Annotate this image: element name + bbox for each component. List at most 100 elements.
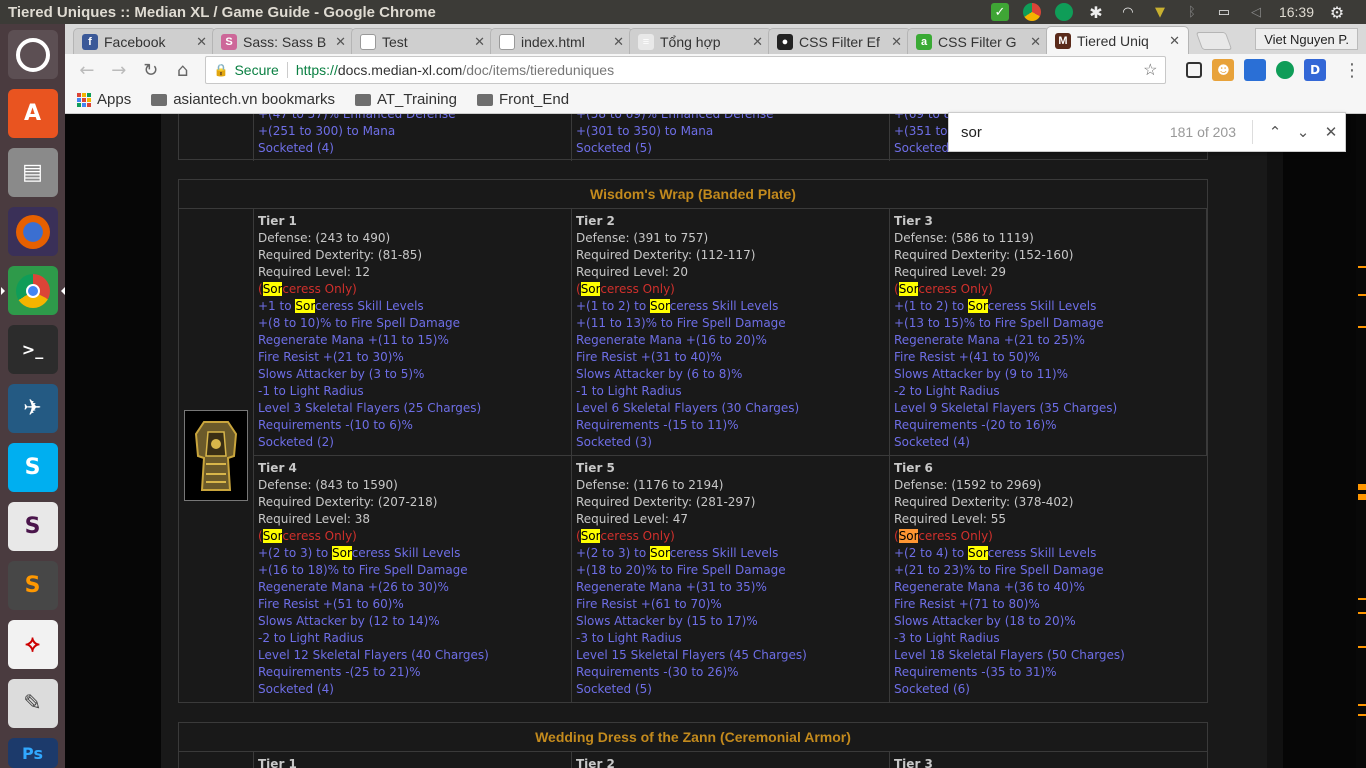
network-icon[interactable]: ▼	[1151, 3, 1169, 21]
tier-mod: Regenerate Mana +(11 to 15)%	[258, 333, 449, 347]
folder-icon	[151, 93, 168, 106]
tab-7[interactable]: M Tiered Uniq ✕	[1046, 26, 1189, 54]
tab-5[interactable]: ● CSS Filter Ef ✕	[768, 28, 911, 54]
tier-mod: Fire Resist +(21 to 30)%	[258, 350, 404, 364]
tab-close-icon[interactable]: ✕	[474, 34, 485, 50]
content-column: +(47 to 57)% Enhanced Defense +(251 to 30…	[161, 114, 1267, 768]
bookmark-1[interactable]: asiantech.vn bookmarks	[151, 91, 335, 108]
tier-cell-6: Tier 6 Defense: (1592 to 2969) Required …	[890, 456, 1207, 702]
tab-close-icon[interactable]: ✕	[891, 34, 902, 50]
browser-chrome: f Facebook ✕ S Sass: Sass B ✕ Test ✕ index.html ✕…	[65, 24, 1366, 114]
tab-2[interactable]: Test ✕	[351, 28, 494, 54]
gear-icon[interactable]: ✱	[1087, 3, 1105, 22]
folder-icon	[477, 93, 493, 106]
find-previous-button[interactable]: ⌃	[1261, 118, 1289, 146]
pdf-reader-icon[interactable]: ⟡	[7, 620, 58, 669]
bookmark-2[interactable]: AT_Training	[354, 91, 457, 108]
tab-close-icon[interactable]: ✕	[613, 34, 624, 50]
update-check-icon[interactable]: ✓	[990, 3, 1009, 21]
next-item-title: Wedding Dress of the Zann (Ceremonial Ar…	[179, 723, 1207, 752]
bookmark-0[interactable]: Apps	[77, 91, 131, 108]
power-gear-icon[interactable]: ⚙	[1328, 3, 1346, 22]
tier-defense: Defense: (391 to 757)	[576, 231, 709, 245]
tier-mod: Socketed (3)	[576, 435, 652, 449]
face-extension-icon[interactable]: ☻	[1212, 59, 1235, 81]
tier-mod: Slows Attacker by (12 to 14)%	[258, 614, 440, 628]
ubuntu-top-panel: Tiered Uniques :: Median XL / Game Guide…	[0, 0, 1366, 24]
find-input[interactable]: sor	[961, 124, 1170, 141]
d-extension-icon[interactable]: D	[1304, 59, 1327, 81]
find-close-button[interactable]: ✕	[1317, 118, 1345, 146]
chrome-menu-icon[interactable]: ⋮	[1338, 56, 1366, 84]
tab-label: index.html	[521, 33, 585, 50]
files-icon[interactable]: ▤	[7, 148, 58, 197]
wifi-icon[interactable]: ◠	[1119, 3, 1137, 21]
tier-skill-levels: +(2 to 4) to Sorceress Skill Levels	[894, 546, 1097, 560]
ubuntu-dash-icon[interactable]	[7, 30, 58, 79]
hangouts-icon[interactable]	[1054, 3, 1073, 21]
bookmark-3[interactable]: Front_End	[477, 91, 569, 108]
page-icon	[360, 33, 376, 50]
skype-icon[interactable]: S	[7, 443, 58, 492]
tab-strip: f Facebook ✕ S Sass: Sass B ✕ Test ✕ index.html ✕…	[65, 24, 1366, 54]
photoshop-icon[interactable]: Ps	[7, 738, 58, 768]
text-editor-icon[interactable]: ✎	[7, 679, 58, 728]
sublime-text-icon[interactable]: S	[7, 561, 58, 610]
item-image	[184, 410, 248, 501]
battery-icon[interactable]: ▭	[1215, 3, 1233, 21]
window-title: Tiered Uniques :: Median XL / Game Guide…	[8, 3, 436, 21]
back-button[interactable]: ←	[73, 56, 101, 84]
tier-mod: Requirements -(20 to 16)%	[894, 418, 1057, 432]
tier-name: Tier 1	[258, 214, 297, 228]
chrome-tray-icon[interactable]	[1022, 3, 1041, 21]
tier-level: Required Level: 38	[258, 512, 371, 526]
scrollbar-find-markers[interactable]	[1356, 114, 1366, 768]
tab-close-icon[interactable]: ✕	[752, 34, 763, 50]
tier-class-restriction: (Sorceress Only)	[894, 529, 993, 543]
tab-0[interactable]: f Facebook ✕	[73, 28, 216, 54]
chrome-launcher-icon[interactable]	[0, 266, 65, 315]
terminal-icon[interactable]: >_	[7, 325, 58, 374]
firefox-icon[interactable]	[7, 207, 58, 256]
tab-close-icon[interactable]: ✕	[196, 34, 207, 50]
tab-6[interactable]: a CSS Filter G ✕	[907, 28, 1050, 54]
tier-skill-levels: +(1 to 2) to Sorceress Skill Levels	[576, 299, 779, 313]
profile-button[interactable]: Viet Nguyen P.	[1255, 28, 1358, 50]
item-title: Wisdom's Wrap (Banded Plate)	[179, 180, 1207, 209]
tier-mod: Level 18 Skeletal Flayers (50 Charges)	[894, 648, 1125, 662]
new-tab-button[interactable]	[1195, 32, 1233, 50]
find-next-button[interactable]: ⌄	[1289, 118, 1317, 146]
volume-icon[interactable]: ◁	[1247, 3, 1265, 21]
tier-mod: Level 9 Skeletal Flayers (35 Charges)	[894, 401, 1118, 415]
sass-icon: S	[221, 33, 237, 50]
tab-1[interactable]: S Sass: Sass B ✕	[212, 28, 355, 54]
tab-close-icon[interactable]: ✕	[1169, 33, 1180, 49]
tier-mod: -2 to Light Radius	[258, 631, 364, 645]
home-button[interactable]: ⌂	[169, 56, 197, 84]
tier-mod: Requirements -(15 to 11)%	[576, 418, 739, 432]
reload-button[interactable]: ↻	[137, 56, 165, 84]
tier-mod: +(13 to 15)% to Fire Spell Damage	[894, 316, 1104, 330]
tier-dexterity: Required Dexterity: (207-218)	[258, 495, 438, 509]
software-center-icon[interactable]: A	[7, 89, 58, 138]
window-extension-icon[interactable]	[1244, 59, 1267, 81]
qr-extension-icon[interactable]	[1186, 62, 1203, 78]
tier-mod: +(21 to 23)% to Fire Spell Damage	[894, 563, 1104, 577]
bookmark-label: AT_Training	[376, 91, 457, 108]
tab-4[interactable]: ≡ Tổng hợp ✕	[629, 28, 772, 54]
tab-3[interactable]: index.html ✕	[490, 28, 633, 54]
tab-close-icon[interactable]: ✕	[335, 34, 346, 50]
bookmark-star-icon[interactable]: ☆	[1143, 60, 1157, 80]
bluetooth-icon[interactable]: ᛒ	[1183, 3, 1201, 21]
mysql-workbench-icon[interactable]: ✈	[7, 384, 58, 433]
tab-close-icon[interactable]: ✕	[1030, 34, 1041, 50]
hangouts-extension-icon[interactable]	[1276, 61, 1295, 79]
lock-icon: 🔒	[213, 63, 229, 77]
tier-defense: Defense: (1176 to 2194)	[576, 478, 724, 492]
forward-button[interactable]: →	[105, 56, 133, 84]
clock[interactable]: 16:39	[1279, 4, 1314, 20]
browser-toolbar: ← → ↻ ⌂ 🔒 Secure https:// docs.median-xl…	[65, 54, 1366, 86]
address-bar[interactable]: 🔒 Secure https:// docs.median-xl.com /do…	[204, 56, 1167, 84]
tier-mod: Regenerate Mana +(26 to 30)%	[258, 580, 449, 594]
slack-icon[interactable]: S	[7, 502, 58, 551]
